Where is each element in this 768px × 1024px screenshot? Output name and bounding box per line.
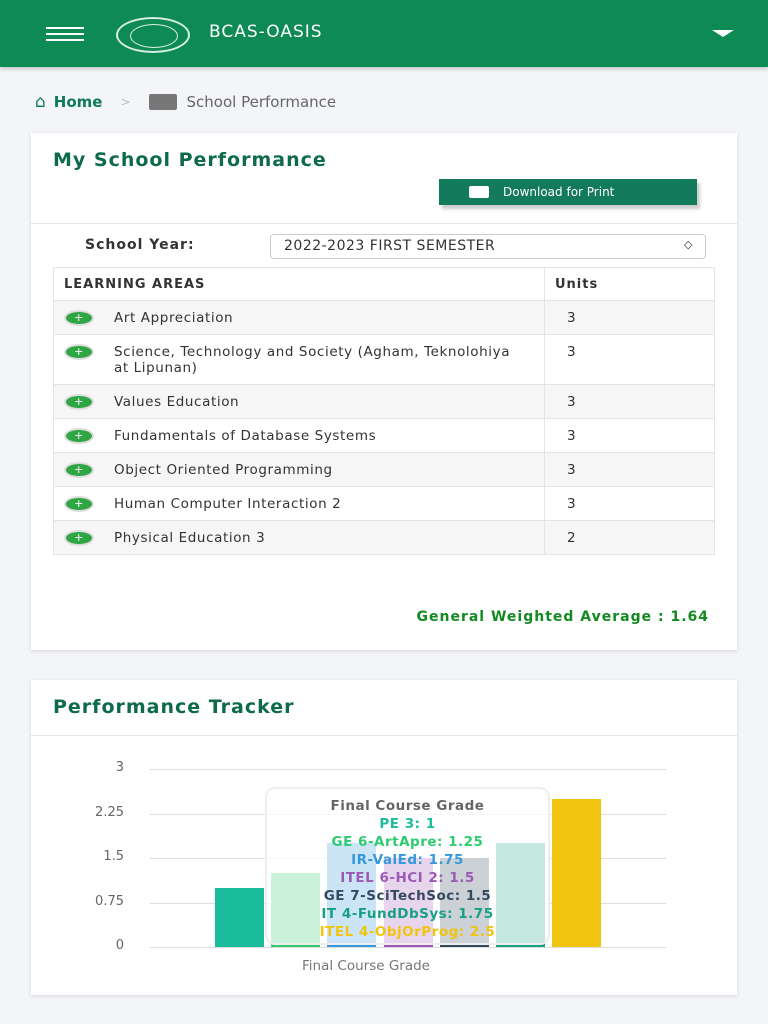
tooltip-title: Final Course Grade xyxy=(330,798,485,814)
updown-chevron-icon: ◇ xyxy=(684,238,693,251)
general-weighted-average: General Weighted Average : 1.64 xyxy=(416,609,709,625)
tooltip-item: ITEL 4-ObjOrProg: 2.5 xyxy=(319,924,496,940)
tracker-title: Performance Tracker xyxy=(53,696,295,718)
units-cell: 3 xyxy=(544,486,715,521)
download-for-print-button[interactable]: Download for Print xyxy=(439,179,697,205)
y-tick-label: 1.5 xyxy=(103,849,124,864)
page-title: My School Performance xyxy=(53,149,327,171)
download-label: Download for Print xyxy=(503,185,615,199)
gridline xyxy=(150,769,666,770)
tooltip-item: GE 6-ArtApre: 1.25 xyxy=(331,834,484,850)
expand-plus-icon[interactable]: + xyxy=(64,496,94,512)
table-row: + Art Appreciation 3 xyxy=(53,300,715,335)
learning-area-name: Object Oriented Programming xyxy=(114,462,333,478)
learning-area-name: Art Appreciation xyxy=(114,310,234,326)
learning-area-name: Values Education xyxy=(114,394,240,410)
learning-area-cell: + Object Oriented Programming xyxy=(53,452,545,487)
y-tick-label: 0 xyxy=(115,938,124,953)
gridline xyxy=(150,947,666,948)
tooltip-item: IR-ValEd: 1.75 xyxy=(351,852,464,868)
school-year-value: 2022-2023 FIRST SEMESTER xyxy=(284,238,496,254)
table-row: + Object Oriented Programming 3 xyxy=(53,452,715,487)
units-cell: 2 xyxy=(544,520,715,555)
learning-area-cell: + Physical Education 3 xyxy=(53,520,545,555)
bar-itel-4-objorprog[interactable] xyxy=(552,798,602,947)
learning-area-name: Human Computer Interaction 2 xyxy=(114,496,342,512)
top-navbar: BCAS-OASIS xyxy=(0,0,768,67)
hamburger-menu-icon[interactable] xyxy=(46,27,84,41)
table-row: + Human Computer Interaction 2 3 xyxy=(53,486,715,521)
tooltip-item: ITEL 6-HCI 2: 1.5 xyxy=(340,870,475,886)
learning-area-cell: + Human Computer Interaction 2 xyxy=(53,486,545,521)
expand-plus-icon[interactable]: + xyxy=(64,530,94,546)
units-cell: 3 xyxy=(544,418,715,453)
divider xyxy=(31,735,737,736)
bar-pe-3[interactable] xyxy=(215,887,264,947)
learning-area-cell: + Values Education xyxy=(53,384,545,419)
learning-area-cell: + Science, Technology and Society (Agham,… xyxy=(53,334,545,385)
units-cell: 3 xyxy=(544,452,715,487)
breadcrumb-current: School Performance xyxy=(186,93,337,111)
school-seal-logo xyxy=(116,17,190,53)
column-header: LEARNING AREAS xyxy=(53,267,545,301)
printer-icon xyxy=(469,186,489,198)
expand-plus-icon[interactable]: + xyxy=(64,428,94,444)
learning-area-cell: + Fundamentals of Database Systems xyxy=(53,418,545,453)
column-header: Units xyxy=(544,267,715,301)
bar-chart-icon xyxy=(148,94,177,110)
x-axis-label: Final Course Grade xyxy=(302,958,430,974)
y-tick-label: 3 xyxy=(115,760,124,775)
breadcrumb-home-link[interactable]: Home xyxy=(54,93,103,111)
app-title: BCAS-OASIS xyxy=(209,22,323,42)
school-year-label: School Year: xyxy=(85,237,195,253)
user-dropdown-caret-icon[interactable] xyxy=(712,30,734,37)
tooltip-item: PE 3: 1 xyxy=(379,816,436,832)
breadcrumb-separator: > xyxy=(120,95,131,109)
table-row: + Values Education 3 xyxy=(53,384,715,419)
units-cell: 3 xyxy=(544,384,715,419)
table-row: + Physical Education 3 2 xyxy=(53,520,715,555)
home-icon: ⌂ xyxy=(35,92,46,112)
expand-plus-icon[interactable]: + xyxy=(64,462,94,478)
table-row: + Fundamentals of Database Systems 3 xyxy=(53,418,715,453)
tooltip-item: IT 4-FundDbSys: 1.75 xyxy=(321,906,494,922)
y-tick-label: 2.25 xyxy=(95,804,124,820)
school-year-select[interactable]: 2022-2023 FIRST SEMESTER ◇ xyxy=(270,234,706,259)
expand-plus-icon[interactable]: + xyxy=(64,344,94,360)
chart-tooltip: Final Course Grade PE 3: 1 GE 6-ArtApre: 1… xyxy=(265,787,550,945)
tooltip-item: GE 7-SciTechSoc: 1.5 xyxy=(323,888,492,904)
learning-area-name: Physical Education 3 xyxy=(114,530,266,546)
breadcrumb: ⌂ Home > School Performance xyxy=(35,92,336,112)
units-cell: 3 xyxy=(544,300,715,335)
units-cell: 3 xyxy=(544,334,715,385)
learning-areas-table: LEARNING AREAS Units + Art Appreciation 3 + S… xyxy=(53,267,715,555)
table-row: + Science, Technology and Society (Agham,… xyxy=(53,334,715,385)
learning-area-cell: + Art Appreciation xyxy=(53,300,545,335)
learning-area-name: Science, Technology and Society (Agham, … xyxy=(114,344,511,376)
divider xyxy=(31,223,737,224)
learning-area-name: Fundamentals of Database Systems xyxy=(114,428,377,444)
school-performance-card: My School Performance Download for Print… xyxy=(31,133,737,650)
expand-plus-icon[interactable]: + xyxy=(64,394,94,410)
expand-plus-icon[interactable]: + xyxy=(64,310,94,326)
y-tick-label: 0.75 xyxy=(95,893,124,909)
